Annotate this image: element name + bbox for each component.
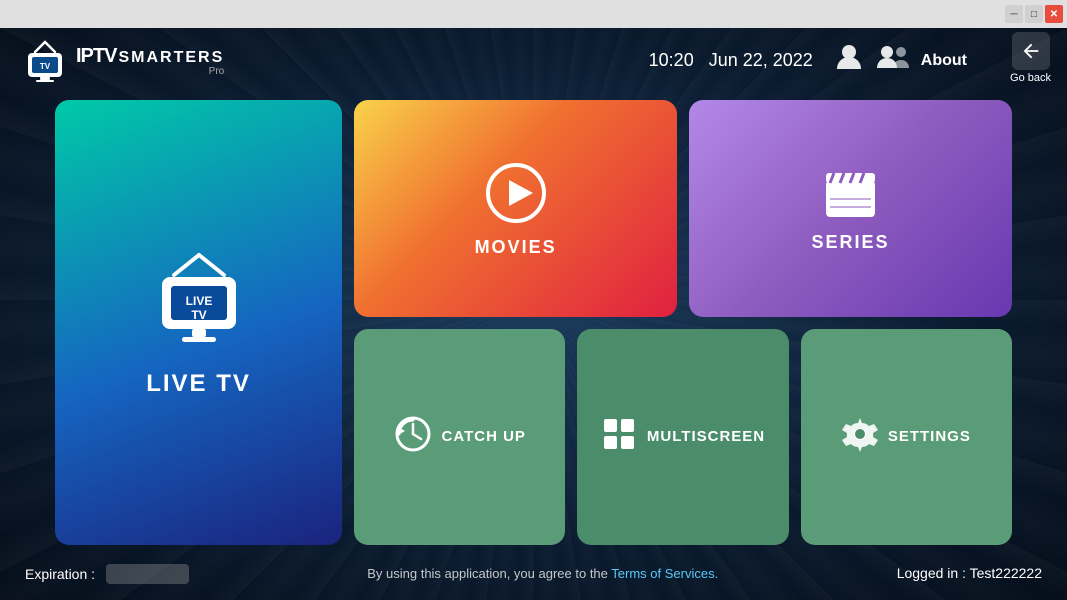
catchup-icon [394, 415, 432, 458]
go-back-button[interactable]: Go back [1010, 32, 1051, 84]
logo-icon: TV [20, 40, 70, 82]
movies-card[interactable]: MOVIES [354, 100, 677, 317]
logged-in-label: Logged in : Test222222 [897, 565, 1042, 581]
about-link[interactable]: About [921, 52, 967, 70]
go-back-icon [1012, 32, 1050, 70]
catchup-card[interactable]: CATCH UP [354, 329, 565, 546]
livetv-label: LIVE TV [146, 370, 251, 398]
terms-section: By using this application, you agree to … [189, 565, 897, 583]
main-content: LIVE TV LIVE TV [55, 100, 1012, 545]
top-row: MOVIES [354, 100, 1012, 317]
series-card[interactable]: SERIES [689, 100, 1012, 317]
expiration-label: Expiration : [25, 566, 95, 582]
multiscreen-card[interactable]: MULTISCREEN [577, 329, 788, 546]
user-icon[interactable] [833, 41, 865, 80]
header-icons: About [833, 41, 967, 80]
expiration-section: Expiration : [25, 564, 189, 584]
maximize-button[interactable]: □ [1025, 5, 1043, 23]
header-right: 10:20 Jun 22, 2022 [649, 41, 1047, 80]
svg-text:TV: TV [40, 62, 51, 71]
terms-text: By using this application, you agree to … [367, 566, 611, 581]
right-panel: MOVIES [354, 100, 1012, 545]
expiration-value [106, 564, 189, 584]
logo-text: IPTV SMARTERS Pro [76, 45, 224, 77]
go-back-label: Go back [1010, 72, 1051, 84]
movies-label: MOVIES [475, 237, 557, 258]
title-bar: ─ □ ✕ [0, 0, 1067, 28]
profile-switch-icon[interactable] [875, 41, 911, 80]
bottom-row: CATCH UP MULTISCREEN [354, 329, 1012, 546]
time-display: 10:20 [649, 50, 694, 71]
svg-text:LIVE: LIVE [185, 294, 212, 308]
catchup-label: CATCH UP [442, 428, 526, 445]
date-display: Jun 22, 2022 [709, 50, 813, 71]
multiscreen-label: MULTISCREEN [647, 428, 765, 445]
logo-iptv-text: IPTV [76, 45, 116, 68]
livetv-card[interactable]: LIVE TV LIVE TV [55, 100, 342, 545]
close-button[interactable]: ✕ [1045, 5, 1063, 23]
logo: TV IPTV SMARTERS Pro [20, 40, 224, 82]
svg-text:TV: TV [191, 308, 206, 322]
multiscreen-icon [601, 416, 637, 457]
minimize-button[interactable]: ─ [1005, 5, 1023, 23]
terms-link[interactable]: Terms of Services. [611, 566, 718, 581]
livetv-icon: LIVE TV [144, 247, 254, 362]
settings-label: SETTINGS [888, 428, 971, 445]
header: TV IPTV SMARTERS Pro 10:20 Jun 22, 2022 [0, 28, 1067, 93]
series-label: SERIES [812, 232, 890, 253]
settings-card[interactable]: SETTINGS [801, 329, 1012, 546]
series-icon [818, 163, 883, 228]
footer: Expiration : By using this application, … [0, 548, 1067, 600]
logged-in-section: Logged in : Test222222 [897, 565, 1042, 583]
settings-icon [842, 416, 878, 457]
movies-icon [481, 158, 551, 233]
logo-smarters-text: SMARTERS [118, 49, 224, 67]
logo-pro-text: Pro [76, 66, 224, 77]
datetime: 10:20 Jun 22, 2022 [649, 50, 813, 71]
